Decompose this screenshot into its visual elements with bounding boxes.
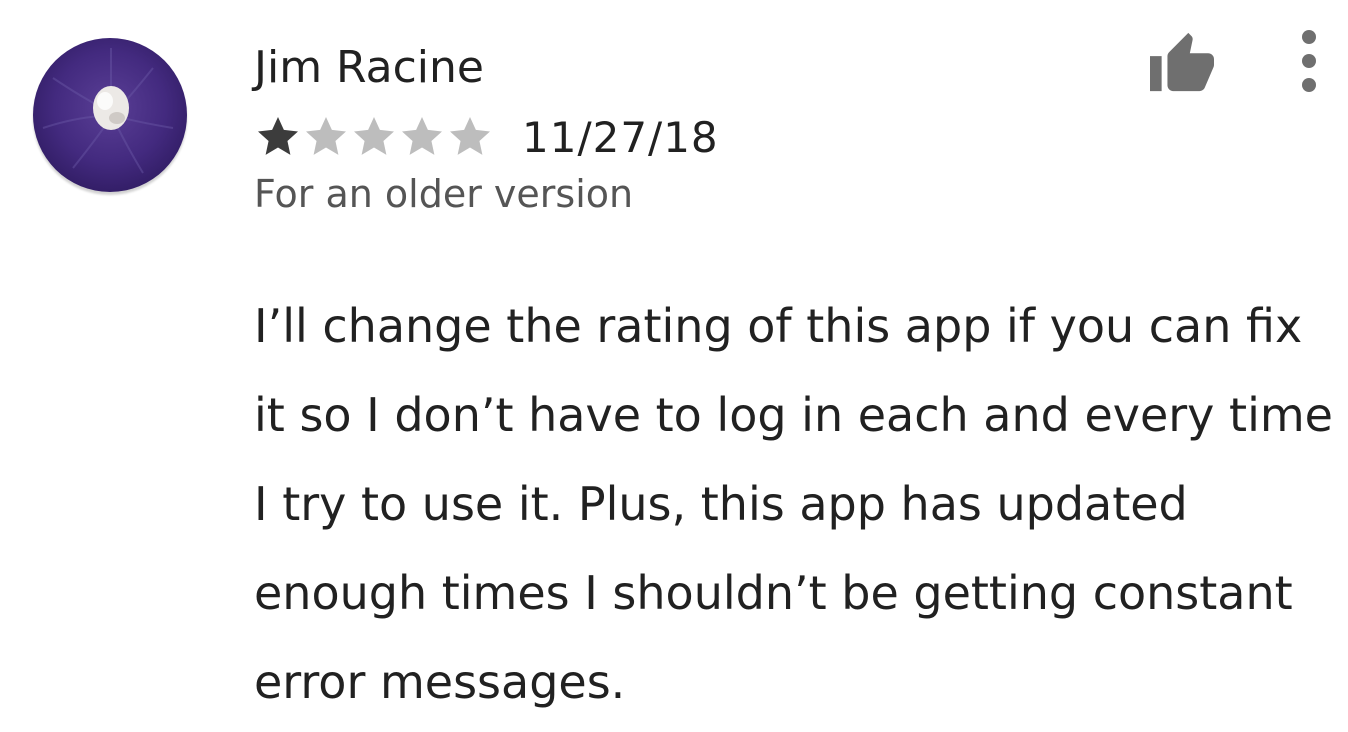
star-empty-icon bbox=[354, 117, 394, 155]
review-card: Jim Racine 11/27/18 For an older version… bbox=[0, 0, 1348, 732]
thumbs-up-icon bbox=[1150, 32, 1214, 92]
review-body: I’ll change the rating of this app if yo… bbox=[254, 299, 1333, 709]
version-note: For an older version bbox=[254, 172, 634, 216]
author-name: Jim Racine bbox=[254, 42, 484, 93]
rating-row: 11/27/18 bbox=[254, 112, 719, 162]
star-empty-icon bbox=[402, 117, 442, 155]
star-filled-icon bbox=[258, 117, 298, 155]
avatar-image bbox=[33, 38, 187, 192]
star-empty-icon bbox=[306, 117, 346, 155]
helpful-button[interactable] bbox=[1140, 26, 1224, 98]
more-options-button[interactable] bbox=[1288, 26, 1332, 96]
star-rating bbox=[254, 113, 494, 161]
review-date: 11/27/18 bbox=[522, 112, 719, 162]
avatar[interactable] bbox=[33, 38, 187, 192]
star-empty-icon bbox=[450, 117, 490, 155]
